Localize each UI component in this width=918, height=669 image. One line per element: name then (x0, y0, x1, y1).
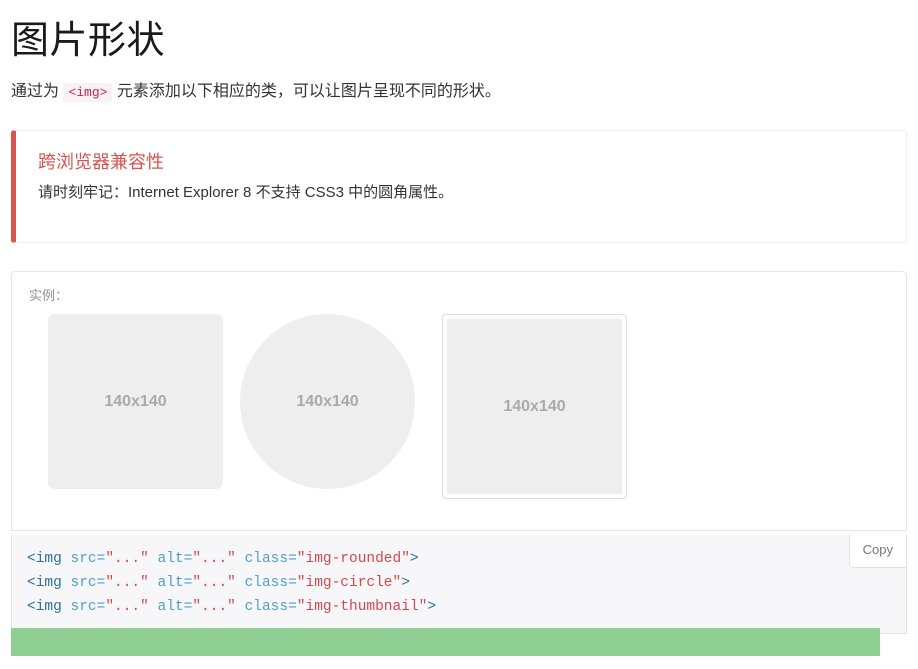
code-token-attr-value: "img-rounded" (296, 551, 410, 567)
image-thumbnail-frame: 140x140 (442, 314, 627, 499)
placeholder-label: 140x140 (104, 392, 167, 410)
lead-text-after: 元素添加以下相应的类，可以让图片呈现不同的形状。 (112, 83, 501, 100)
code-token-attr-name: alt= (148, 575, 193, 591)
code-token-attr-name: src= (61, 575, 106, 591)
code-token-attr-name: src= (61, 551, 106, 567)
code-token-tag: <img (27, 551, 62, 567)
image-circle-placeholder: 140x140 (240, 314, 415, 489)
code-token-attr-value: "img-circle" (296, 575, 402, 591)
code-token-attr-value: "..." (105, 575, 149, 591)
footer-green-bar (11, 628, 880, 656)
code-token-attr-value: "..." (105, 551, 149, 567)
example-label: 实例： (29, 288, 69, 303)
code-snippet: <img src="..." alt="..." class="img-roun… (27, 547, 891, 619)
page-lead: 通过为 <img> 元素添加以下相应的类，可以让图片呈现不同的形状。 (11, 64, 907, 105)
example-shapes-row: 140x140 140x140 140x140 (27, 314, 891, 499)
code-block-wrapper: <img src="..." alt="..." class="img-roun… (11, 535, 907, 634)
code-token-attr-value: "img-thumbnail" (296, 599, 428, 615)
code-token-attr-name: class= (235, 575, 297, 591)
callout-title: 跨浏览器兼容性 (38, 152, 164, 172)
code-token-attr-name: class= (235, 551, 297, 567)
code-token-punct: > (401, 575, 410, 591)
page-root: 图片形状 通过为 <img> 元素添加以下相应的类，可以让图片呈现不同的形状。 … (0, 0, 918, 669)
code-token-tag: <img (27, 599, 62, 615)
code-token-attr-name: alt= (148, 599, 193, 615)
placeholder-label: 140x140 (296, 392, 359, 410)
code-token-attr-name: src= (61, 599, 106, 615)
callout-text: 请时刻牢记：Internet Explorer 8 不支持 CSS3 中的圆角属… (38, 184, 454, 201)
image-rounded-placeholder: 140x140 (48, 314, 223, 489)
image-thumbnail-placeholder: 140x140 (447, 319, 622, 494)
example-panel: 实例： 140x140 140x140 140x140 (11, 271, 907, 531)
code-token-attr-name: alt= (148, 551, 193, 567)
code-token-attr-value: "..." (192, 575, 236, 591)
lead-text-before: 通过为 (11, 83, 64, 100)
page-title: 图片形状 (11, 20, 166, 62)
copy-code-button[interactable]: Copy (848, 535, 906, 568)
inline-code-img-tag: <img> (63, 83, 113, 102)
code-token-punct: > (427, 599, 437, 615)
code-token-attr-value: "..." (105, 599, 149, 615)
code-token-attr-value: "..." (192, 599, 236, 615)
code-token-attr-name: class= (235, 599, 297, 615)
code-token-attr-value: "..." (192, 551, 236, 567)
code-token-tag: <img (27, 575, 62, 591)
browser-compatibility-callout: 跨浏览器兼容性 请时刻牢记：Internet Explorer 8 不支持 CS… (11, 130, 907, 243)
code-token-punct: > (409, 551, 419, 567)
